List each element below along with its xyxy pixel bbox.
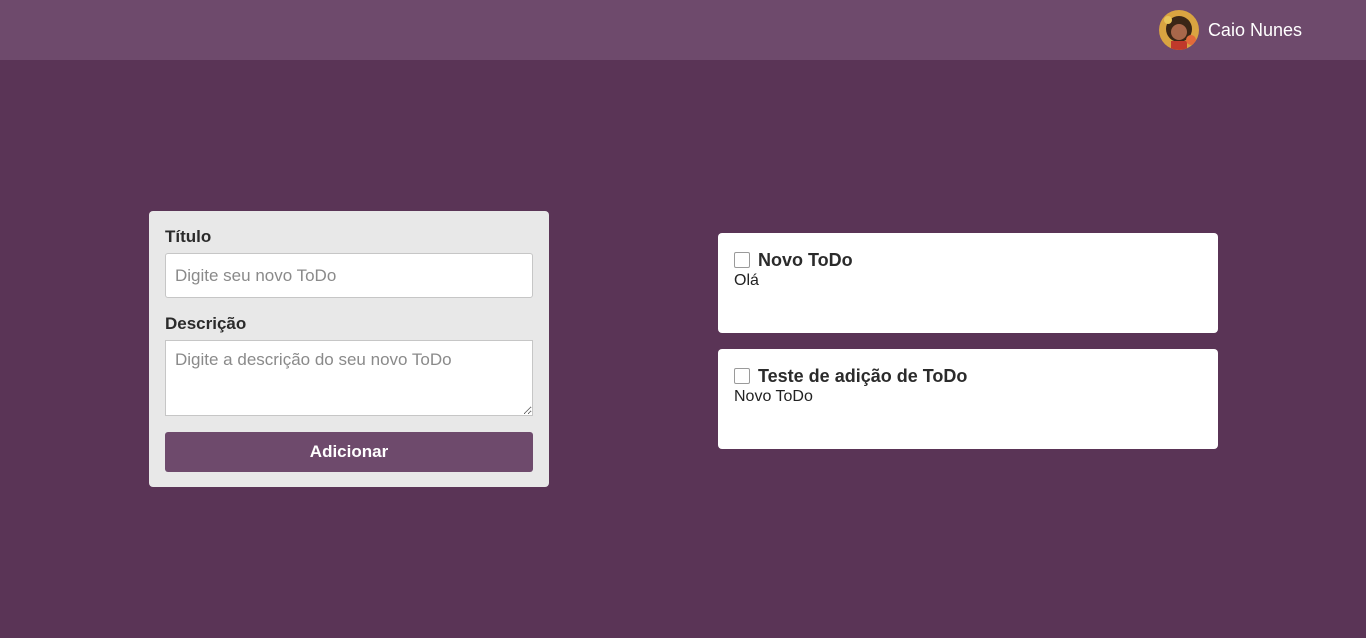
todo-checkbox[interactable] <box>734 368 750 384</box>
todo-list: Novo ToDo Olá Teste de adição de ToDo No… <box>718 233 1218 465</box>
todo-title: Novo ToDo <box>758 250 853 270</box>
todo-checkbox[interactable] <box>734 252 750 268</box>
todo-title: Teste de adição de ToDo <box>758 366 968 386</box>
user-menu[interactable]: Caio Nunes <box>1158 10 1302 50</box>
title-label: Título <box>165 227 212 246</box>
todo-header: Teste de adição de ToDo <box>734 365 1202 387</box>
top-header: Caio Nunes <box>0 0 1366 60</box>
add-button[interactable]: Adicionar <box>165 432 533 472</box>
user-name[interactable]: Caio Nunes <box>1208 20 1302 40</box>
todo-card: Novo ToDo Olá <box>718 233 1218 333</box>
description-textarea[interactable] <box>165 340 533 416</box>
title-input[interactable] <box>165 253 533 298</box>
avatar[interactable] <box>1158 10 1199 50</box>
new-todo-form: Título Descrição Adicionar <box>149 211 549 487</box>
todo-description: Olá <box>734 272 759 289</box>
todo-description: Novo ToDo <box>734 388 813 405</box>
description-label: Descrição <box>165 314 247 333</box>
todo-card: Teste de adição de ToDo Novo ToDo <box>718 349 1218 449</box>
todo-header: Novo ToDo <box>734 249 1202 271</box>
